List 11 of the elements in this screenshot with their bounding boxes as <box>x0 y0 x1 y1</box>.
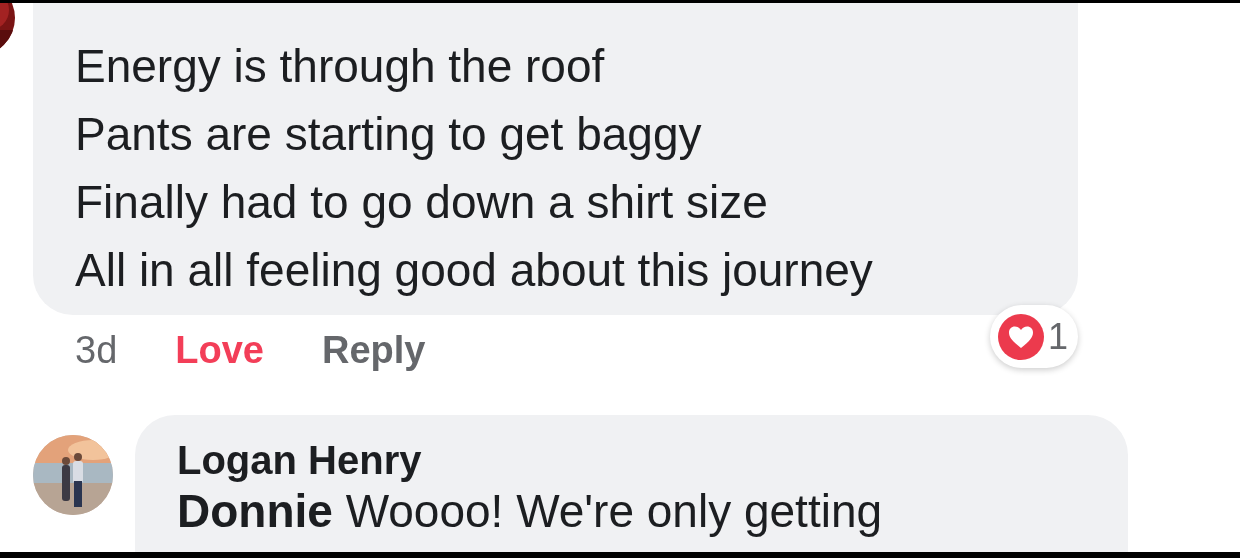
comment-action[interactable]: Reply <box>322 321 426 379</box>
comment-author[interactable]: Logan Henry <box>177 435 1128 485</box>
reaction-pill[interactable]: 1 <box>989 305 1078 368</box>
comment-text: Pants are starting to get baggy <box>75 107 703 162</box>
comment-text: All in all feeling good about this journey <box>75 243 874 298</box>
comment-text: Finally had to go down a shirt size <box>75 175 769 230</box>
comment-time: 3d <box>75 327 118 373</box>
comment-text: Energy is through the roof <box>75 39 606 94</box>
comment-action[interactable]: Love <box>175 321 264 379</box>
comment-text: Donnie Woooo! We're only getting <box>177 485 884 537</box>
reaction-count: 1 <box>1047 314 1068 359</box>
